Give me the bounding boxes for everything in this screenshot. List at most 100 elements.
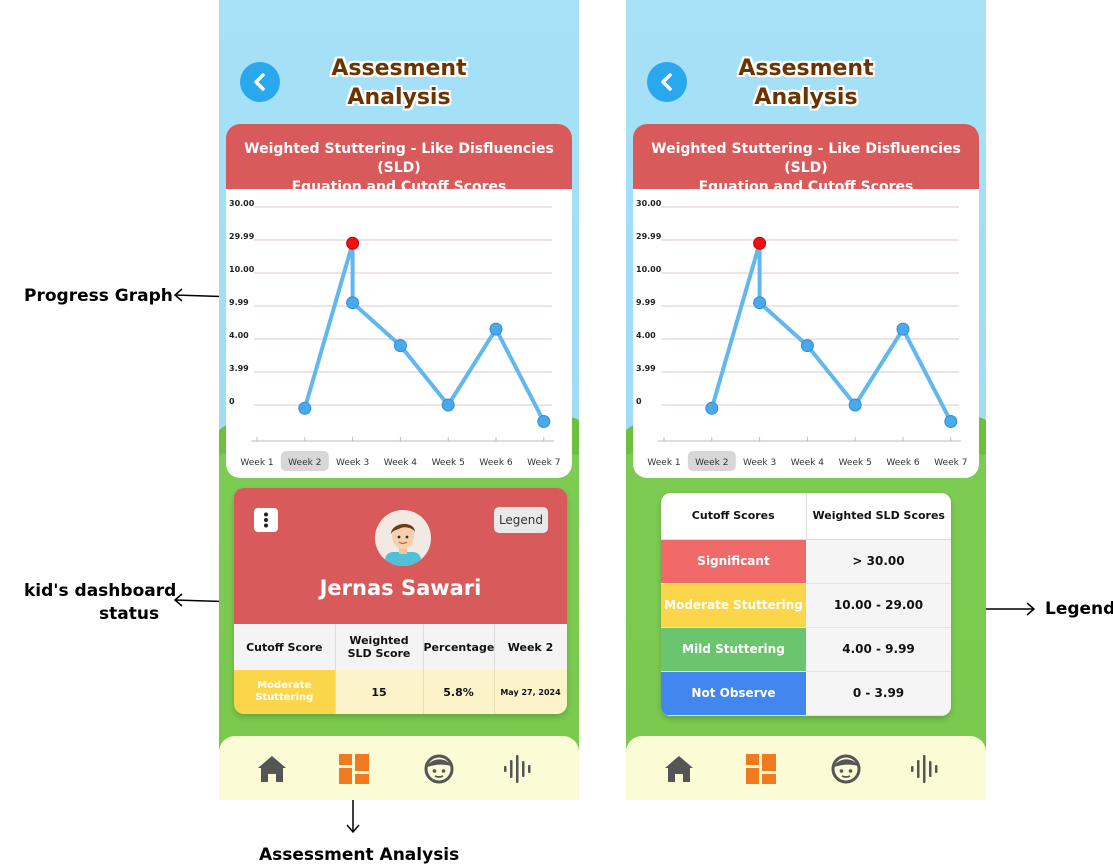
date-value: May 27, 2024 [494, 670, 567, 714]
data-point [537, 415, 551, 428]
col-week: Week 2 [494, 624, 567, 670]
y-tick-label: 30.00 [229, 199, 255, 208]
legend-table: Cutoff Scores Weighted SLD Scores Signif… [661, 493, 951, 716]
y-tick-label: 4.00 [636, 331, 656, 340]
col-cutoff-score: Cutoff Score [234, 624, 336, 670]
vertical-dots-icon [264, 512, 268, 528]
back-button[interactable] [240, 62, 280, 102]
progress-graph-card: Weighted Stuttering - Like Disfluencies … [226, 124, 572, 478]
legend-range: > 30.00 [806, 539, 951, 584]
data-point [753, 296, 767, 310]
legend-label: Moderate Stuttering [661, 583, 806, 628]
page-title: Assesment Analysis [331, 56, 467, 110]
nav-voice[interactable] [501, 751, 537, 787]
nav-profile[interactable] [828, 751, 864, 787]
y-tick-label: 0 [229, 397, 235, 406]
page-title: Assesment Analysis [738, 56, 874, 110]
dashboard-icon [339, 754, 369, 784]
x-tick-label: Week 5 [839, 458, 872, 468]
x-tick-label: Week 6 [479, 458, 513, 468]
nav-profile[interactable] [421, 751, 457, 787]
kid-name: Jernas Sawari [319, 576, 482, 600]
data-point [441, 398, 455, 412]
x-tick-label: Week 4 [791, 458, 825, 468]
highlight-point [753, 236, 767, 250]
more-options-button[interactable] [254, 508, 278, 532]
percentage-value: 5.8% [423, 670, 495, 714]
nav-assessment[interactable] [743, 751, 779, 787]
data-point [896, 322, 910, 336]
y-tick-label: 9.99 [636, 298, 656, 307]
kid-face-icon [831, 754, 861, 784]
y-tick-label: 10.00 [229, 265, 255, 274]
home-icon [258, 756, 286, 782]
series-line [709, 241, 953, 424]
y-tick-label: 3.99 [636, 364, 656, 373]
x-tick-label: Week 7 [934, 458, 967, 468]
series-line [302, 241, 546, 424]
y-tick-label: 30.00 [636, 199, 662, 208]
bottom-nav [626, 736, 986, 800]
data-point [944, 415, 958, 428]
progress-line-chart: 30.00 29.99 10.00 9.99 4.00 3.99 0 Week 1 Week 2… [636, 199, 967, 471]
score-value: 15 [335, 670, 424, 714]
nav-voice[interactable] [908, 751, 944, 787]
y-tick-label: 9.99 [229, 298, 249, 307]
table-row: Moderate Stuttering 15 5.8% May 27, 2024 [234, 670, 567, 714]
x-tick-label: Week 7 [527, 458, 560, 468]
voice-wave-icon [504, 755, 531, 783]
progress-graph-card: Weighted Stuttering - Like Disfluencies … [633, 124, 979, 478]
phone-screen-legend: Assesment Analysis Weighted Stuttering -… [626, 0, 986, 800]
x-tick-label: Week 2 [288, 458, 321, 468]
data-point [489, 322, 503, 336]
data-point [705, 401, 719, 415]
chevron-left-icon [661, 73, 672, 91]
dashboard-icon [746, 754, 776, 784]
data-point [393, 339, 407, 353]
data-point [298, 401, 312, 415]
y-tick-label: 0 [636, 397, 642, 406]
kid-avatar [375, 510, 431, 566]
nav-home[interactable] [254, 751, 290, 787]
y-tick-label: 29.99 [229, 232, 255, 241]
legend-button[interactable]: Legend [494, 507, 548, 533]
legend-label: Not Observe [661, 671, 806, 716]
legend-row-mild: Mild Stuttering 4.00 - 9.99 [661, 627, 951, 672]
kid-face-icon [424, 754, 454, 784]
x-tick-label: Week 5 [432, 458, 465, 468]
legend-label: Mild Stuttering [661, 627, 806, 672]
bottom-nav [219, 736, 579, 800]
x-tick-label: Week 1 [647, 458, 680, 468]
kid-dashboard-status: Legend Jernas Sawari Cutoff Score Weight… [234, 488, 567, 714]
x-tick-label: Week 1 [240, 458, 273, 468]
legend-range: 10.00 - 29.00 [806, 583, 951, 628]
legend-range: 0 - 3.99 [806, 671, 951, 716]
chevron-left-icon [254, 73, 265, 91]
nav-home[interactable] [661, 751, 697, 787]
nav-assessment[interactable] [336, 751, 372, 787]
annotation-progress-graph: Progress Graph [24, 286, 173, 306]
home-icon [665, 756, 693, 782]
x-tick-label: Week 3 [743, 458, 776, 468]
x-tick-label: Week 3 [336, 458, 369, 468]
annotation-dashboard-status-1: kid's dashboard [24, 581, 177, 601]
chart-title: Weighted Stuttering - Like Disfluencies … [226, 124, 572, 195]
y-tick-label: 10.00 [636, 265, 662, 274]
voice-wave-icon [911, 755, 938, 783]
y-tick-label: 29.99 [636, 232, 662, 241]
legend-row-not-observe: Not Observe 0 - 3.99 [661, 671, 951, 716]
annotation-dashboard-status-2: status [99, 604, 160, 624]
data-point [848, 398, 862, 412]
col-weighted-sld-scores: Weighted SLD Scores [806, 493, 951, 540]
highlight-point [346, 236, 360, 250]
x-tick-label: Week 2 [695, 458, 728, 468]
legend-row-moderate: Moderate Stuttering 10.00 - 29.00 [661, 583, 951, 628]
back-button[interactable] [647, 62, 687, 102]
cutoff-value: Moderate Stuttering [234, 670, 336, 714]
legend-row-significant: Significant > 30.00 [661, 539, 951, 584]
phone-screen-dashboard: Assesment Analysis Weighted Stuttering -… [219, 0, 579, 800]
progress-line-chart: 30.00 29.99 10.00 9.99 4.00 3.99 0 Week 1 Week 2… [229, 199, 560, 471]
col-cutoff-scores: Cutoff Scores [661, 493, 807, 540]
data-point [800, 339, 814, 353]
legend-range: 4.00 - 9.99 [806, 627, 951, 672]
